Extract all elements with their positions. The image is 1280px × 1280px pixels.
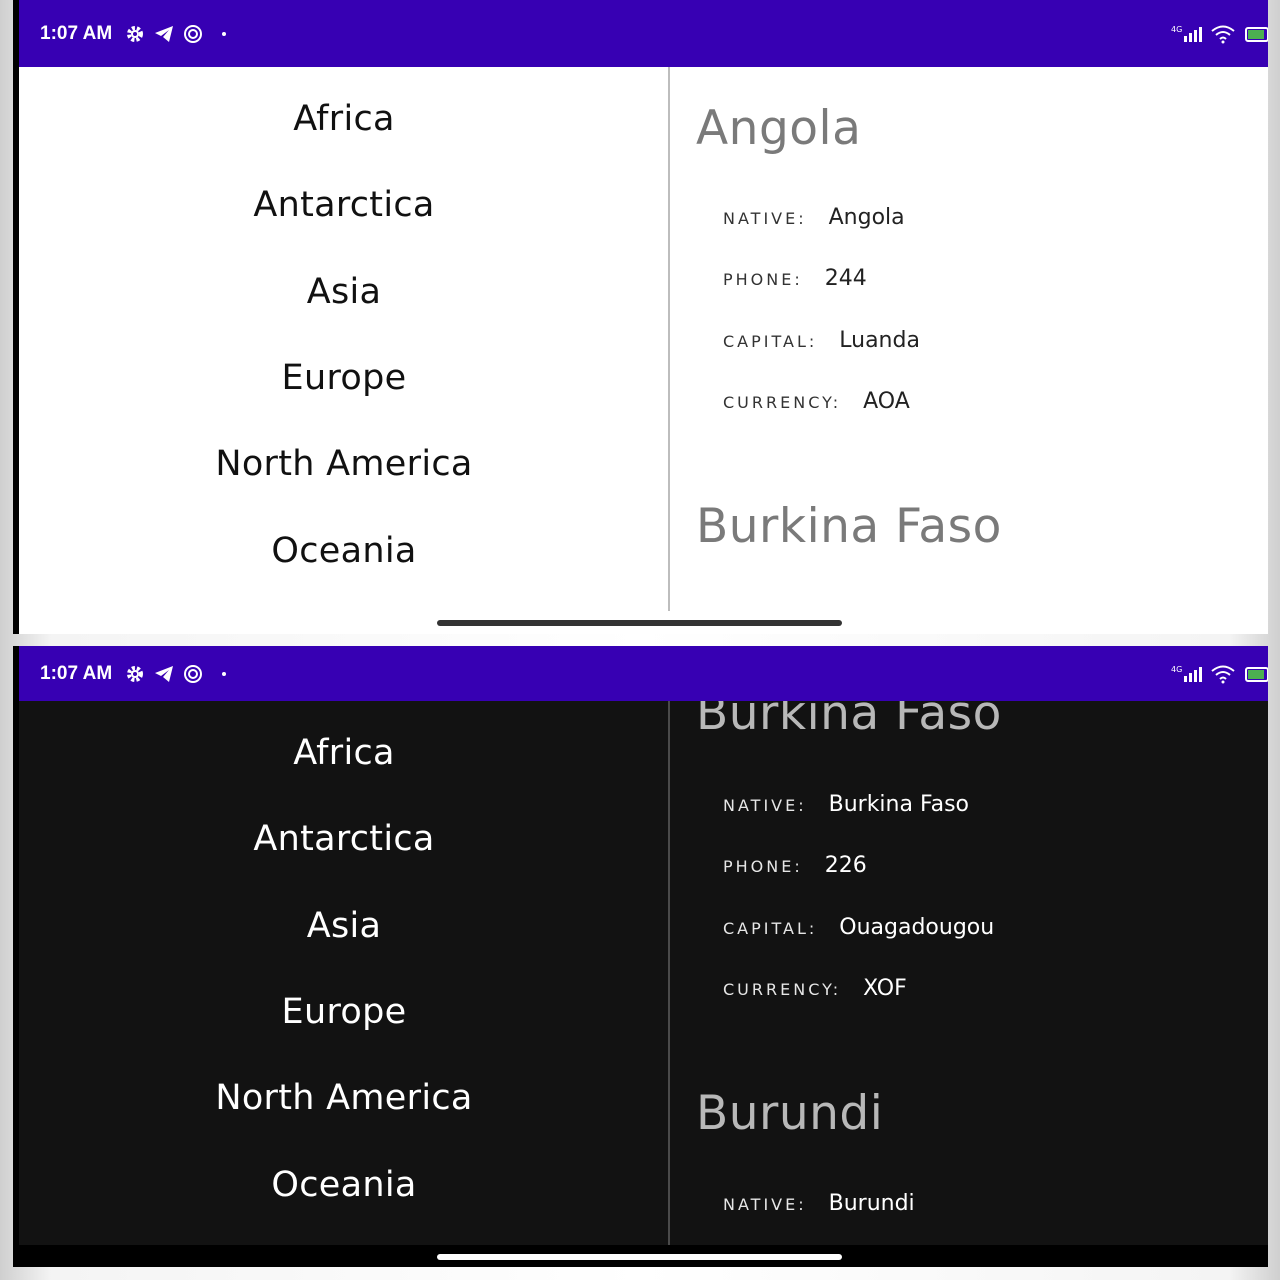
continent-item-asia[interactable]: Asia bbox=[19, 272, 669, 312]
continent-item-asia[interactable]: Asia bbox=[19, 906, 669, 946]
country-capital-row: CAPITAL: Luanda bbox=[723, 328, 920, 353]
telegram-icon bbox=[155, 25, 173, 42]
sync-circle-icon bbox=[184, 664, 202, 683]
native-value: Burundi bbox=[828, 1191, 915, 1216]
signal-4g-icon: 4G bbox=[1171, 665, 1202, 682]
status-system-icons: 4G bbox=[1168, 646, 1268, 701]
country-native-row: NATIVE: Angola bbox=[723, 205, 905, 230]
settings-gear-icon bbox=[127, 665, 143, 682]
capital-value: Luanda bbox=[839, 328, 920, 353]
sync-circle-icon bbox=[184, 24, 202, 43]
status-time: 1:07 AM bbox=[40, 662, 113, 684]
continent-item-africa[interactable]: Africa bbox=[19, 99, 669, 139]
phone-value: 244 bbox=[824, 266, 867, 291]
dark-theme-screenshot: 1:07 AM 4G Africa Antarctica Asia Europe… bbox=[13, 646, 1268, 1267]
native-label: NATIVE: bbox=[723, 796, 807, 815]
continent-item-africa[interactable]: Africa bbox=[19, 733, 669, 773]
more-notifications-dot-icon bbox=[222, 671, 226, 676]
status-bar: 1:07 AM 4G bbox=[19, 646, 1268, 701]
continent-list: Africa Antarctica Asia Europe North Amer… bbox=[19, 67, 669, 634]
currency-label: CURRENCY: bbox=[723, 393, 842, 412]
continent-item-antarctica[interactable]: Antarctica bbox=[19, 185, 669, 225]
country-capital-row: CAPITAL: Ouagadougou bbox=[723, 915, 994, 940]
country-native-row: NATIVE: Burkina Faso bbox=[723, 792, 969, 817]
phone-value: 226 bbox=[824, 853, 867, 878]
country-phone-row: PHONE: 226 bbox=[723, 853, 867, 878]
country-title: Burkina Faso bbox=[696, 499, 1002, 554]
wifi-icon bbox=[1211, 665, 1235, 683]
svg-text:4G: 4G bbox=[1171, 665, 1182, 674]
wifi-icon bbox=[1211, 25, 1235, 43]
more-notifications-dot-icon bbox=[222, 31, 226, 36]
country-native-row: NATIVE: Burundi bbox=[723, 1191, 915, 1216]
capital-label: CAPITAL: bbox=[723, 332, 818, 351]
status-time: 1:07 AM bbox=[40, 22, 113, 44]
phone-label: PHONE: bbox=[723, 857, 803, 876]
home-indicator[interactable] bbox=[437, 1254, 842, 1260]
continent-item-north-america[interactable]: North America bbox=[19, 444, 669, 484]
phone-label: PHONE: bbox=[723, 270, 803, 289]
main-content: Africa Antarctica Asia Europe North Amer… bbox=[19, 701, 1268, 1267]
light-theme-screenshot: 1:07 AM 4G Africa Antarctica Asia Europe… bbox=[13, 0, 1268, 634]
status-notification-icons bbox=[125, 0, 226, 67]
country-currency-row: CURRENCY: XOF bbox=[723, 976, 907, 1001]
telegram-icon bbox=[155, 665, 173, 682]
country-phone-row: PHONE: 244 bbox=[723, 266, 867, 291]
country-detail-list[interactable]: Burkina Faso NATIVE: Burkina Faso PHONE:… bbox=[670, 701, 1268, 1245]
native-label: NATIVE: bbox=[723, 1195, 807, 1214]
battery-icon bbox=[1245, 666, 1268, 682]
native-label: NATIVE: bbox=[723, 209, 807, 228]
country-title: Angola bbox=[696, 101, 862, 156]
currency-value: XOF bbox=[863, 976, 907, 1001]
currency-label: CURRENCY: bbox=[723, 980, 842, 999]
signal-4g-icon: 4G bbox=[1171, 25, 1202, 42]
country-title: Burkina Faso bbox=[696, 701, 1002, 741]
country-currency-row: CURRENCY: AOA bbox=[723, 389, 910, 414]
native-value: Burkina Faso bbox=[828, 792, 969, 817]
native-value: Angola bbox=[828, 205, 905, 230]
country-title: Burundi bbox=[696, 1086, 884, 1141]
status-bar: 1:07 AM 4G bbox=[19, 0, 1268, 67]
continent-item-europe[interactable]: Europe bbox=[19, 358, 669, 398]
capital-value: Ouagadougou bbox=[839, 915, 995, 940]
country-detail-list[interactable]: Angola NATIVE: Angola PHONE: 244 CAPITAL… bbox=[670, 67, 1268, 611]
status-system-icons: 4G bbox=[1168, 0, 1268, 67]
continent-item-antarctica[interactable]: Antarctica bbox=[19, 819, 669, 859]
continent-list: Africa Antarctica Asia Europe North Amer… bbox=[19, 701, 669, 1267]
continent-item-oceania[interactable]: Oceania bbox=[19, 1165, 669, 1205]
continent-item-oceania[interactable]: Oceania bbox=[19, 531, 669, 571]
continent-item-north-america[interactable]: North America bbox=[19, 1078, 669, 1118]
status-notification-icons bbox=[125, 646, 226, 701]
svg-text:4G: 4G bbox=[1171, 25, 1182, 34]
capital-label: CAPITAL: bbox=[723, 919, 818, 938]
main-content: Africa Antarctica Asia Europe North Amer… bbox=[19, 67, 1268, 634]
settings-gear-icon bbox=[127, 25, 143, 42]
battery-icon bbox=[1245, 26, 1268, 42]
currency-value: AOA bbox=[863, 389, 910, 414]
continent-item-europe[interactable]: Europe bbox=[19, 992, 669, 1032]
home-indicator[interactable] bbox=[437, 620, 842, 626]
